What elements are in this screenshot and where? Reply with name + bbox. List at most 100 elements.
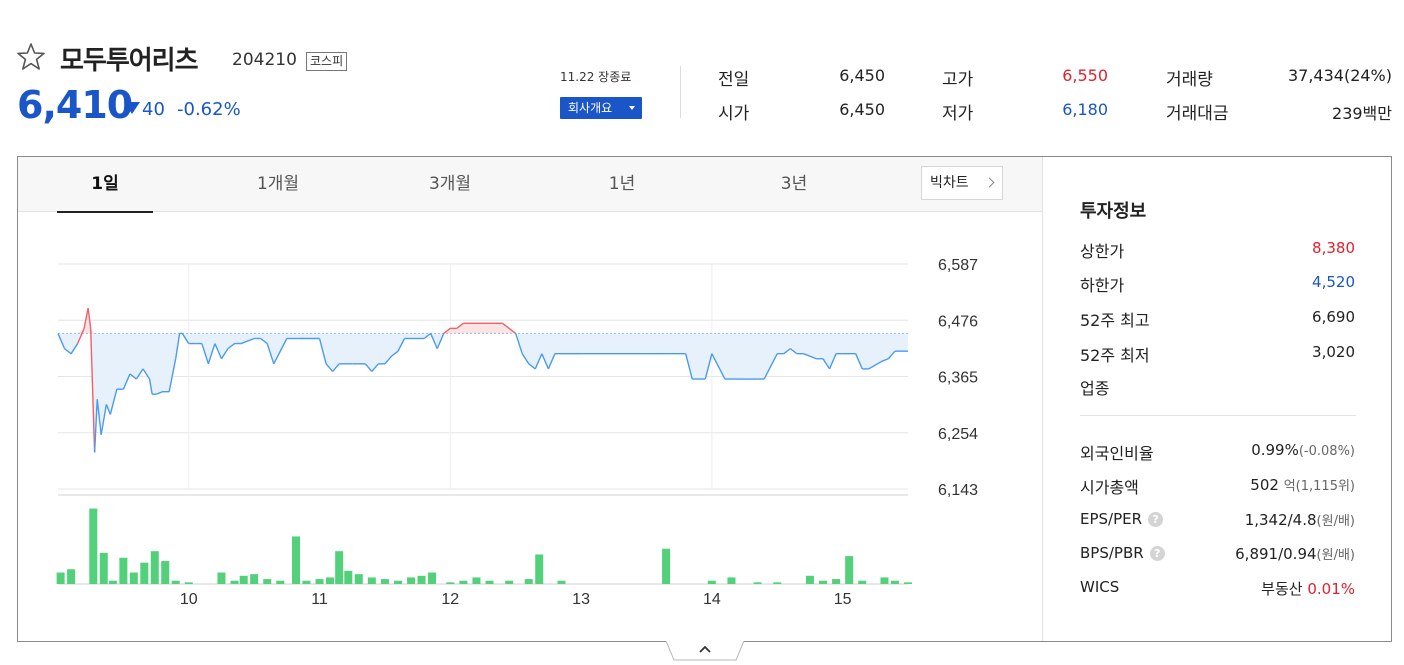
stock-name: 모두투어리츠	[60, 46, 199, 76]
company-overview-label: 회사개요	[568, 101, 613, 115]
market-badge: 코스피	[306, 52, 348, 71]
industry-label: 업종	[1080, 379, 1110, 398]
eps-per-label: EPS/PER?	[1080, 510, 1164, 528]
volume-label: 거래량	[1166, 70, 1213, 90]
volume-bar	[99, 552, 108, 584]
volume-bar	[344, 570, 353, 584]
collapse-button[interactable]	[666, 641, 744, 661]
bps-pbr-text: BPS/PBR	[1080, 544, 1144, 562]
divider	[1080, 415, 1356, 416]
divider	[680, 66, 681, 118]
current-price: 6,410	[17, 83, 133, 127]
high-value: 6,550	[1062, 66, 1108, 85]
volume-bar	[753, 582, 762, 584]
tab-1day[interactable]: 1일	[57, 157, 153, 213]
prev-close-value: 6,450	[839, 66, 885, 85]
eps-per-text: EPS/PER	[1080, 510, 1143, 528]
volume-bar	[505, 580, 514, 584]
stock-code: 204210	[232, 50, 297, 70]
chevron-right-icon	[984, 177, 995, 188]
prev-close-label: 전일	[718, 70, 750, 90]
x-tick-label: 14	[703, 591, 721, 608]
help-icon[interactable]: ?	[1149, 546, 1165, 561]
volume-bar	[819, 580, 827, 584]
volume-bar	[557, 580, 566, 584]
x-tick-label: 12	[441, 591, 459, 608]
eps-per: 1,342/4.8	[1244, 511, 1317, 529]
x-tick-label: 15	[834, 591, 852, 608]
low-value: 6,180	[1062, 100, 1108, 119]
foreign-ratio-label: 외국인비율	[1080, 444, 1154, 463]
wics-percent: 0.01%	[1307, 580, 1355, 598]
period-tabs: 1일 1개월 3개월 1년 3년 빅차트	[18, 157, 1042, 213]
high-label: 고가	[942, 70, 974, 90]
market-cap-label: 시가총액	[1080, 478, 1139, 497]
volume-bar	[417, 575, 426, 584]
caret-down-icon	[629, 106, 635, 110]
tab-1year[interactable]: 1년	[574, 157, 670, 212]
volume-bar	[662, 548, 671, 584]
chart-panel: 1일 1개월 3개월 1년 3년 빅차트 6,587 6,476 6,365 6,25…	[17, 156, 1392, 642]
open-value: 6,450	[839, 100, 885, 119]
week52-high-value: 6,690	[1312, 308, 1355, 326]
volume-bar	[119, 557, 128, 584]
foreign-ratio-value: 0.99%(-0.08%)	[1251, 441, 1355, 459]
volume-bar	[380, 579, 389, 584]
volume-bar	[67, 569, 76, 584]
volume-bar	[263, 579, 272, 584]
volume-bar	[161, 561, 170, 584]
eps-per-value: 1,342/4.8(원/배)	[1245, 510, 1355, 529]
x-tick-label: 13	[572, 591, 590, 608]
tab-3month[interactable]: 3개월	[402, 157, 498, 212]
price-area-below	[58, 333, 908, 453]
volume-bar	[773, 582, 782, 584]
amount-value: 239백만	[1332, 104, 1392, 123]
down-arrow-icon	[124, 102, 140, 114]
price-area-above	[58, 308, 908, 334]
volume-bar	[89, 508, 98, 584]
volume-bar	[407, 577, 416, 584]
market-cap-rank: 억(1,115위)	[1283, 479, 1355, 494]
bigchart-label: 빅차트	[930, 175, 969, 191]
bps-pbr: 6,891/0.94	[1235, 545, 1317, 563]
tab-1month[interactable]: 1개월	[230, 157, 326, 212]
wics-sector: 부동산	[1261, 580, 1303, 598]
wics-value[interactable]: 부동산 0.01%	[1261, 578, 1355, 599]
volume-bar	[805, 575, 814, 584]
volume-bar	[276, 580, 285, 584]
star-icon[interactable]	[16, 42, 46, 72]
volume-bar	[129, 572, 138, 584]
y-tick-label: 6,587	[938, 257, 978, 274]
wics-label: WICS	[1080, 578, 1120, 596]
volume-bar	[315, 579, 324, 584]
volume-bar	[184, 582, 193, 584]
volume-bar	[832, 579, 841, 584]
volume-value: 37,434(24%)	[1287, 66, 1392, 85]
volume-bar	[302, 580, 311, 584]
volume-bar	[217, 572, 226, 584]
market-status: 11.22 장종료	[560, 70, 632, 84]
volume-bar	[524, 579, 533, 584]
intraday-chart[interactable]: 6,587 6,476 6,365 6,254 6,143 10 11 12 13 14 15	[18, 212, 1042, 641]
volume-bar	[858, 580, 867, 584]
bigchart-button[interactable]: 빅차트	[921, 166, 1003, 200]
x-tick-label: 11	[311, 591, 328, 608]
volume-bar	[354, 574, 363, 584]
amount-label: 거래대금	[1166, 104, 1229, 124]
help-icon[interactable]: ?	[1148, 512, 1164, 527]
volume-bar	[845, 556, 854, 584]
market-cap: 502	[1250, 476, 1279, 494]
open-label: 시가	[718, 104, 750, 124]
volume-bar	[446, 582, 455, 584]
company-overview-button[interactable]: 회사개요	[560, 97, 642, 119]
low-label: 저가	[942, 104, 974, 124]
volume-bar	[140, 562, 149, 584]
volume-bar	[890, 580, 899, 584]
volume-bar	[485, 580, 494, 584]
tab-3year[interactable]: 3년	[746, 157, 842, 212]
week52-low-value: 3,020	[1312, 343, 1355, 361]
volume-bar	[171, 580, 180, 584]
volume-bar	[239, 575, 248, 584]
y-tick-label: 6,476	[938, 313, 978, 330]
y-tick-label: 6,254	[938, 426, 978, 443]
